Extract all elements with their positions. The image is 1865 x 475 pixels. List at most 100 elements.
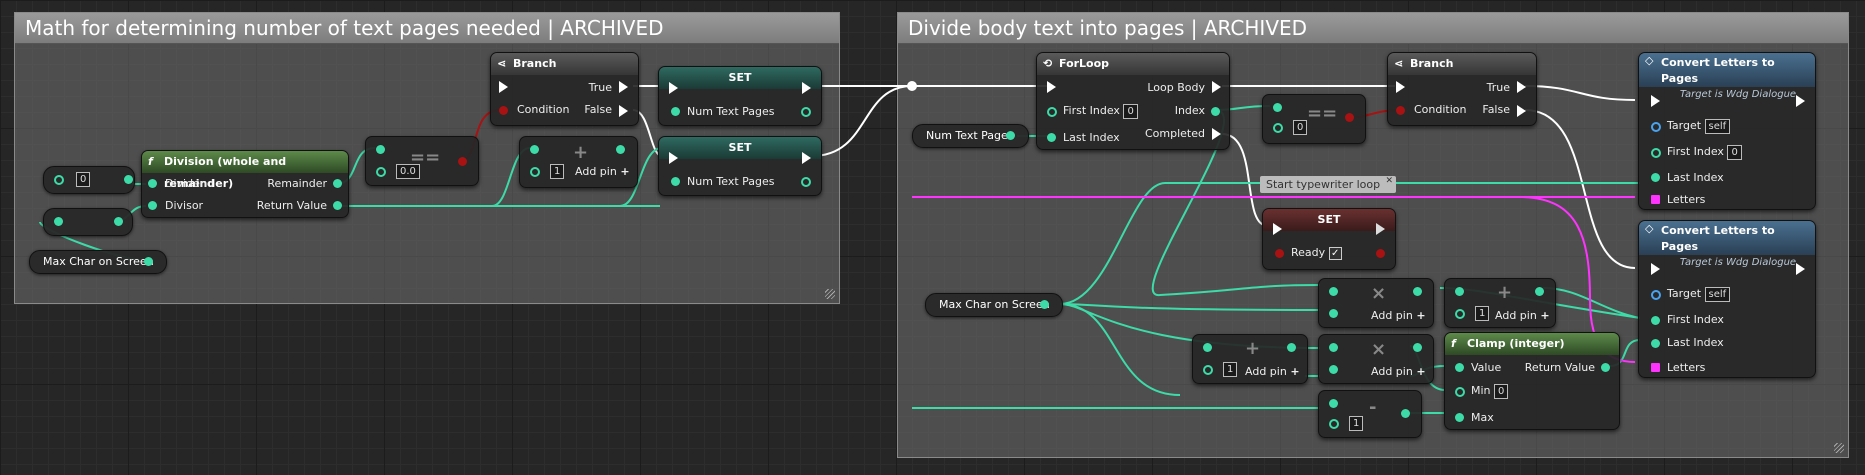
remainder-pin[interactable]	[333, 179, 342, 188]
max-pin[interactable]	[1455, 413, 1464, 422]
multiply-node-1[interactable]: × Add pin +	[1318, 278, 1434, 328]
exec-in-pin[interactable]	[499, 81, 508, 93]
input-pin-a[interactable]	[376, 145, 385, 154]
exec-in-pin[interactable]	[1396, 81, 1405, 93]
first-index-pin[interactable]	[1651, 148, 1661, 158]
divisor-pin[interactable]	[148, 201, 157, 210]
exec-in-pin[interactable]	[669, 82, 678, 94]
completed-exec-pin[interactable]	[1212, 128, 1221, 140]
input-pin[interactable]	[54, 175, 64, 185]
input-pin-b[interactable]	[1455, 309, 1465, 319]
ready-pin[interactable]	[1275, 249, 1284, 258]
node-header[interactable]: ⟲ ForLoop	[1037, 53, 1229, 75]
letters-pin[interactable]	[1651, 363, 1660, 372]
output-pin[interactable]	[1401, 409, 1410, 418]
output-pin[interactable]	[1376, 249, 1385, 258]
comment-tooltip[interactable]: Start typewriter loop ✕	[1260, 176, 1396, 193]
add-node-left[interactable]: 1 + Add pin +	[519, 136, 638, 188]
input-pin-b[interactable]	[1203, 365, 1213, 375]
last-index-pin[interactable]	[1651, 173, 1660, 182]
exec-out-pin[interactable]	[1796, 263, 1805, 275]
output-pin[interactable]	[144, 257, 153, 266]
branch-node-left[interactable]: ⋖ Branch Condition True False	[490, 52, 639, 126]
input-pin-a[interactable]	[1329, 399, 1338, 408]
node-header[interactable]: f Division (whole and remainder)	[142, 151, 348, 190]
last-index-pin[interactable]	[1047, 133, 1056, 142]
node-header[interactable]: ◇ Convert Letters to Pages Target is Wdg…	[1639, 53, 1815, 100]
forloop-node[interactable]: ⟲ ForLoop First Index 0 Last Index Loop …	[1036, 52, 1230, 150]
add-pin-label[interactable]: Add pin +	[1495, 307, 1550, 325]
input-pin-b[interactable]	[530, 167, 540, 177]
subtract-value[interactable]: 1	[1349, 416, 1364, 431]
add-value[interactable]: 1	[1475, 306, 1490, 321]
condition-pin[interactable]	[1396, 106, 1405, 115]
node-header[interactable]: ⋖ Branch	[1388, 53, 1536, 75]
exec-in-pin[interactable]	[669, 152, 678, 164]
false-exec-pin[interactable]	[619, 105, 628, 117]
input-pin-b[interactable]	[1329, 309, 1338, 318]
int-literal-value[interactable]: 0	[76, 172, 91, 187]
max-char-on-screen-getter[interactable]: Max Char on Screen	[29, 250, 167, 274]
add-value[interactable]: 1	[550, 164, 565, 179]
output-pin[interactable]	[1413, 287, 1422, 296]
first-index-pin[interactable]	[1047, 107, 1057, 117]
output-pin[interactable]	[801, 107, 811, 117]
value-pin[interactable]	[1455, 363, 1464, 372]
equal-node[interactable]: 0.0 ==	[365, 136, 479, 186]
add-node-right-top[interactable]: 1 + Add pin +	[1444, 278, 1556, 328]
condition-pin[interactable]	[499, 106, 508, 115]
target-pin[interactable]	[1651, 290, 1661, 300]
add-node-right-bottom[interactable]: 1 + Add pin +	[1192, 334, 1308, 384]
ready-checkbox[interactable]: ✓	[1328, 246, 1342, 260]
letters-pin[interactable]	[1651, 195, 1660, 204]
dividend-pin[interactable]	[148, 179, 157, 188]
division-node[interactable]: f Division (whole and remainder) Dividen…	[141, 150, 349, 218]
branch-node-right[interactable]: ⋖ Branch Condition True False	[1387, 52, 1537, 126]
min-pin[interactable]	[1455, 387, 1465, 397]
output-pin[interactable]	[458, 157, 467, 166]
add-pin-label[interactable]: Add pin +	[1371, 307, 1426, 325]
node-header[interactable]: f Clamp (integer)	[1445, 333, 1619, 355]
return-value-pin[interactable]	[1601, 363, 1610, 372]
reroute-pill-node[interactable]	[43, 208, 133, 236]
input-pin-a[interactable]	[1203, 343, 1212, 352]
set-node-2[interactable]: SET Num Text Pages	[658, 136, 822, 196]
int-literal-node[interactable]: 0	[43, 166, 135, 194]
output-pin[interactable]	[1535, 287, 1544, 296]
set-ready-node[interactable]: SET Ready ✓	[1262, 208, 1396, 270]
equal-value[interactable]: 0	[1293, 120, 1308, 135]
output-pin[interactable]	[616, 145, 625, 154]
node-header[interactable]: SET	[659, 67, 821, 89]
node-header[interactable]: SET	[659, 137, 821, 159]
output-pin[interactable]	[1006, 131, 1015, 140]
loop-body-exec-pin[interactable]	[1212, 81, 1221, 93]
input-pin-b[interactable]	[1273, 123, 1283, 133]
output-pin[interactable]	[114, 217, 123, 226]
false-exec-pin[interactable]	[1517, 105, 1526, 117]
target-pin[interactable]	[1651, 122, 1661, 132]
add-value[interactable]: 1	[1223, 362, 1238, 377]
exec-out-pin[interactable]	[802, 82, 811, 94]
exec-out-pin[interactable]	[802, 152, 811, 164]
output-pin[interactable]	[1287, 343, 1296, 352]
input-pin-b[interactable]	[1329, 419, 1339, 429]
index-pin[interactable]	[1211, 107, 1220, 116]
return-value-pin[interactable]	[333, 201, 342, 210]
input-pin-b[interactable]	[376, 167, 386, 177]
exec-in-pin[interactable]	[1651, 95, 1660, 107]
num-text-pages-pin[interactable]	[671, 177, 680, 186]
last-index-pin[interactable]	[1651, 339, 1660, 348]
convert-letters-to-pages-node-1[interactable]: ◇ Convert Letters to Pages Target is Wdg…	[1638, 52, 1816, 210]
first-index-pin[interactable]	[1651, 316, 1660, 325]
input-pin-a[interactable]	[1329, 343, 1338, 352]
input-pin-a[interactable]	[1273, 103, 1282, 112]
output-pin[interactable]	[124, 175, 133, 184]
input-pin-a[interactable]	[530, 145, 539, 154]
exec-out-pin[interactable]	[1796, 95, 1805, 107]
exec-out-pin[interactable]	[1376, 223, 1385, 235]
multiply-node-2[interactable]: × Add pin +	[1318, 334, 1434, 384]
input-pin-b[interactable]	[1329, 365, 1338, 374]
add-pin-label[interactable]: Add pin +	[575, 163, 630, 181]
num-text-pages-getter[interactable]: Num Text Pages	[912, 124, 1029, 148]
exec-in-pin[interactable]	[1273, 223, 1282, 235]
